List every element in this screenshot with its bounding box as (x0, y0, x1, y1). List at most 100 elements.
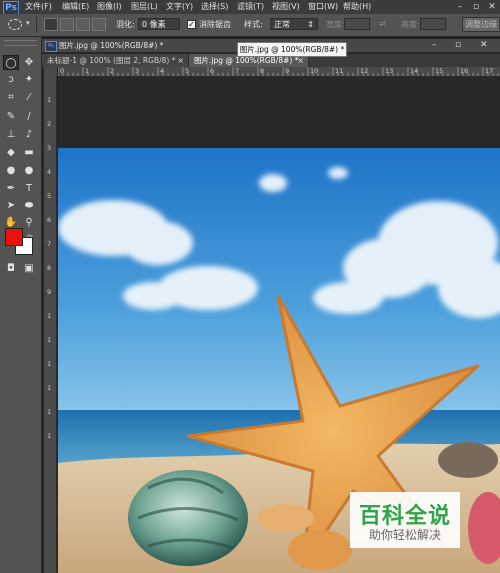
menu-image[interactable]: 图像(I) (97, 1, 122, 13)
menu-edit[interactable]: 编辑(E) (62, 1, 89, 13)
tab-close-icon[interactable]: × (177, 54, 184, 67)
tooltip: 图片.jpg @ 100%(RGB/8#) * (237, 42, 347, 57)
ellipse-marquee-tool-icon[interactable]: ◯ (3, 55, 19, 70)
ruler-left-label: 8 (47, 264, 52, 272)
swap-icon[interactable]: ⇄ (379, 19, 386, 28)
doc-close-icon[interactable]: ✕ (480, 39, 488, 52)
ruler-top-label: 6 (210, 67, 215, 75)
ellipse-shape-icon[interactable]: ⬬ (21, 198, 37, 213)
maximize-icon[interactable]: ▫ (468, 0, 484, 14)
lasso-tool-icon[interactable]: ↄ (3, 72, 19, 87)
height-label: 高度: (401, 20, 420, 29)
blur-tool-icon[interactable]: ● (3, 163, 19, 178)
antialias-label: 消除锯齿 (199, 20, 231, 29)
ruler-top-label: 8 (260, 67, 265, 75)
menu-type[interactable]: 文字(Y) (166, 1, 193, 13)
ruler-left-label: 1 (47, 360, 52, 368)
eraser-tool-icon[interactable]: ◆ (3, 145, 19, 160)
refine-edge-button[interactable]: 调整边缘 (462, 17, 500, 32)
menu-help[interactable]: 帮助(H) (343, 1, 371, 13)
ruler-top-label: 5 (185, 67, 190, 75)
clone-stamp-icon[interactable]: ⊥ (3, 127, 19, 142)
menu-window[interactable]: 窗口(W) (308, 1, 338, 13)
ruler-top-label: 17 (485, 67, 494, 75)
antialias-checkbox[interactable]: ✓ (187, 20, 196, 29)
ruler-top-label: 10 (310, 67, 319, 75)
divider (36, 17, 37, 33)
height-input[interactable] (420, 18, 446, 30)
quick-mask-icon[interactable]: ◘ (3, 261, 19, 276)
watermark: 百科全说 助你轻松解决 (350, 492, 460, 548)
ruler-left-label: 5 (47, 192, 52, 200)
menu-select[interactable]: 选择(S) (201, 1, 228, 13)
ruler-top-label: 15 (435, 67, 444, 75)
zoom-tool-icon[interactable]: ⚲ (21, 215, 37, 230)
updown-arrow-icon: ⇕ (307, 20, 314, 29)
new-selection-icon[interactable] (44, 18, 58, 31)
watermark-subtitle: 助你轻松解决 (368, 528, 441, 542)
eyedropper-icon[interactable]: ⁄ (21, 90, 37, 105)
move-tool-icon[interactable]: ✥ (21, 55, 37, 70)
gradient-tool-icon[interactable]: ▬ (21, 145, 37, 160)
ps-document-icon: Ps (45, 41, 57, 52)
ruler-top-label: 9 (285, 67, 290, 75)
menu-file[interactable]: 文件(F) (25, 1, 52, 13)
tab-label: 未标题-1 @ 100% (图层 2, RGB/8) * (47, 56, 176, 65)
style-label: 样式: (244, 20, 263, 29)
type-tool-icon[interactable]: T (21, 181, 37, 196)
ruler-left-label: 1 (47, 408, 52, 416)
ruler-left-label: 6 (47, 216, 52, 224)
ruler-top-label: 12 (360, 67, 369, 75)
path-selection-icon[interactable]: ➤ (3, 198, 19, 213)
ruler-left-label: 2 (47, 120, 52, 128)
tab-untitled-1[interactable]: 未标题-1 @ 100% (图层 2, RGB/8) * × (42, 54, 189, 67)
ruler-left-label: 4 (47, 168, 52, 176)
foreground-color-swatch[interactable] (5, 228, 23, 246)
menu-view[interactable]: 视图(V) (272, 1, 300, 13)
menu-bar: Ps 文件(F) 编辑(E) 图像(I) 图层(L) 文字(Y) 选择(S) 滤… (0, 0, 500, 15)
ruler-top-label: 14 (410, 67, 419, 75)
vertical-ruler[interactable]: 1 2 3 4 5 6 7 8 9 1 1 1 1 1 1 (44, 76, 57, 573)
screen-mode-icon[interactable]: ▣ (21, 261, 37, 276)
horizontal-ruler[interactable]: 0 1 2 3 4 5 6 7 8 9 10 11 12 13 14 15 16 17 (58, 67, 500, 77)
add-selection-icon[interactable] (60, 18, 74, 31)
minimize-icon[interactable]: – (452, 0, 468, 14)
subtract-selection-icon[interactable] (76, 18, 90, 31)
doc-minimize-icon[interactable]: – (432, 39, 437, 52)
dodge-tool-icon[interactable]: ● (21, 163, 37, 178)
ruler-top-label: 2 (110, 67, 115, 75)
style-select[interactable]: 正常 ⇕ (270, 18, 318, 30)
ruler-left-label: 7 (47, 240, 52, 248)
ruler-left-label: 1 (47, 432, 52, 440)
photoshop-logo: Ps (3, 1, 19, 15)
feather-input[interactable]: 0 像素 (138, 18, 180, 30)
ruler-left-label: 1 (47, 384, 52, 392)
brush-tool-icon[interactable]: ∕ (21, 109, 37, 124)
ruler-left-label: 1 (47, 312, 52, 320)
options-bar: ▾ 羽化: 0 像素 ✓ 消除锯齿 样式: 正常 ⇕ 宽度: ⇄ 高度: 调整边… (0, 14, 500, 37)
ruler-top-label: 11 (335, 67, 344, 75)
ruler-ticks (58, 67, 499, 76)
history-brush-icon[interactable]: ♪ (21, 127, 37, 142)
ruler-top-label: 0 (60, 67, 65, 75)
document-title: 图片.jpg @ 100%(RGB/8#) * (59, 41, 164, 50)
ruler-top-label: 3 (135, 67, 140, 75)
width-input[interactable] (344, 18, 370, 30)
ellipse-marquee-icon[interactable] (8, 19, 22, 30)
magic-wand-icon[interactable]: ✦ (21, 72, 37, 87)
crop-tool-icon[interactable]: ⌗ (3, 90, 19, 105)
menu-filter[interactable]: 滤镜(T) (237, 1, 264, 13)
tab-label: 图片.jpg @ 100%(RGB/8#) * (194, 56, 299, 65)
panel-grip (4, 40, 37, 46)
healing-brush-icon[interactable]: ✎ (3, 109, 19, 124)
pen-tool-icon[interactable]: ✒ (3, 181, 19, 196)
menu-layer[interactable]: 图层(L) (131, 1, 158, 13)
ruler-left-label: 1 (47, 96, 52, 104)
ruler-left-label: 9 (47, 288, 52, 296)
ruler-origin[interactable] (44, 67, 57, 76)
width-label: 宽度: (326, 20, 345, 29)
chevron-down-icon[interactable]: ▾ (26, 19, 30, 27)
intersect-selection-icon[interactable] (92, 18, 106, 31)
close-icon[interactable]: ✕ (484, 0, 500, 14)
doc-maximize-icon[interactable]: ▫ (455, 39, 461, 52)
